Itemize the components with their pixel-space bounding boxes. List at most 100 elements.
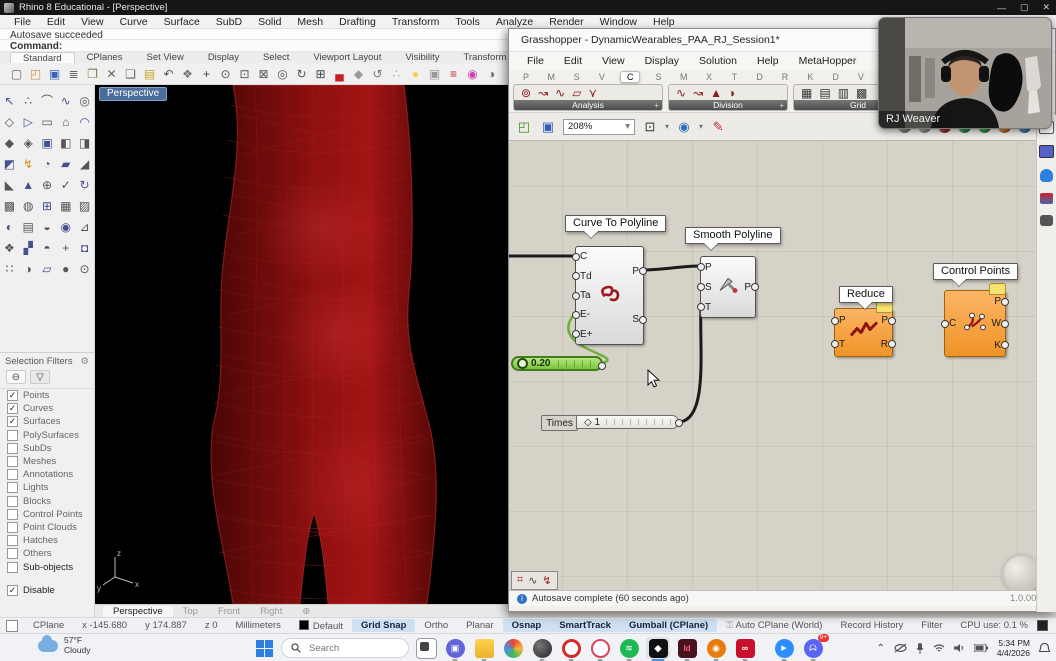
properties-icon[interactable]: ❐ (84, 65, 101, 82)
checkbox[interactable] (7, 430, 18, 441)
eye-off-icon[interactable] (894, 643, 907, 653)
filter-curves[interactable]: ✓Curves (0, 402, 94, 415)
tolerance-slider[interactable]: 0.20 (511, 356, 603, 371)
menu-edit[interactable]: Edit (39, 16, 73, 28)
status-smarttrack[interactable]: SmartTrack (550, 619, 620, 632)
search-input[interactable] (307, 642, 396, 655)
filter-blocks[interactable]: Blocks (0, 495, 94, 508)
input-port-e-[interactable]: E- (580, 309, 590, 320)
open-file-icon[interactable]: ◰ (515, 118, 533, 136)
color-wheel-icon[interactable]: ◉ (464, 65, 481, 82)
input-port-t[interactable]: T (839, 339, 845, 350)
input-stub[interactable] (697, 263, 705, 271)
component-control-points[interactable]: CPWK (944, 290, 1006, 357)
rotate-icon[interactable]: ↺ (369, 65, 386, 82)
checkbox[interactable]: ✓ (7, 585, 18, 596)
toolbar-tab-standard[interactable]: Standard (10, 52, 75, 64)
tool-icon[interactable]: ↖ (2, 93, 17, 108)
output-port-p[interactable]: P (744, 282, 751, 293)
rotate-view-icon[interactable]: ↻ (293, 65, 310, 82)
lock-icon[interactable]: ▣ (426, 65, 443, 82)
tool-icon[interactable]: ⊙ (77, 261, 92, 276)
maximize-button[interactable]: ▢ (1020, 2, 1029, 13)
zoom-level-select[interactable]: 208%▾ (563, 119, 635, 135)
input-port-s[interactable]: S (705, 282, 712, 293)
save-icon[interactable]: ▣ (46, 65, 63, 82)
status-y-174-887[interactable]: y 174.887 (136, 620, 196, 631)
snap-points-icon[interactable]: ∴ (388, 65, 405, 82)
profiler-icon[interactable]: ⌗ (517, 574, 523, 587)
tool-icon[interactable]: ◇ (2, 114, 17, 129)
menu-tools[interactable]: Tools (447, 16, 488, 28)
pin-icon[interactable] (1040, 193, 1053, 204)
light-icon[interactable]: ● (407, 65, 424, 82)
panel-toggle-icon[interactable] (6, 620, 18, 632)
minimize-button[interactable]: — (997, 3, 1006, 13)
menu-file[interactable]: File (6, 16, 39, 28)
gh-tab-10[interactable]: R (778, 72, 792, 82)
viewport-title-label[interactable]: Perspective (99, 87, 167, 101)
input-port-t[interactable]: T (705, 302, 711, 313)
checkbox[interactable]: ✓ (7, 403, 18, 414)
search-box[interactable] (281, 638, 409, 658)
viewport-tab-top[interactable]: Top (173, 606, 208, 617)
group-expand-icon[interactable]: + (779, 101, 784, 110)
taskbar-app-acrobat[interactable]: ∞ (733, 637, 757, 659)
component-reduce[interactable]: PTPR (834, 308, 893, 357)
gh-tab-9[interactable]: D (753, 72, 767, 82)
checkbox[interactable] (7, 496, 18, 507)
tool-icon[interactable]: ◐ (2, 219, 17, 234)
tool-icon[interactable]: ◠ (77, 114, 92, 129)
tool-icon[interactable]: ∿ (58, 93, 73, 108)
filter-others[interactable]: Others (0, 547, 94, 560)
component-icon[interactable]: ▥ (838, 86, 849, 100)
filter-surfaces[interactable]: ✓Surfaces (0, 415, 94, 428)
toolbar-tab-cplanes[interactable]: CPlanes (75, 52, 135, 63)
input-port-p[interactable]: P (705, 262, 712, 273)
checkbox[interactable] (7, 535, 18, 546)
gh-tab-6[interactable]: M (677, 72, 691, 82)
weather-widget[interactable]: 57°FCloudy (38, 636, 90, 656)
output-port-p[interactable]: P (881, 315, 888, 326)
tool-icon[interactable]: ❖ (2, 240, 17, 255)
times-slider[interactable]: ◇ 1 (576, 415, 679, 429)
times-slider-label[interactable]: Times (541, 415, 578, 431)
output-stub[interactable] (751, 283, 759, 291)
statusbar-panel-icon[interactable] (1037, 620, 1048, 631)
gh-menu-metahopper[interactable]: MetaHopper (789, 55, 867, 67)
checkbox[interactable]: ✓ (7, 390, 18, 401)
status-planar[interactable]: Planar (457, 620, 502, 631)
checkbox[interactable] (7, 548, 18, 559)
component-curve-to-polyline[interactable]: CTdTaE-E+PS (575, 246, 644, 345)
app-tile-icon[interactable] (1039, 145, 1054, 158)
gh-tab-11[interactable]: K (803, 72, 817, 82)
gh-menu-help[interactable]: Help (747, 55, 789, 67)
gh-menu-edit[interactable]: Edit (554, 55, 592, 67)
webcam-overlay[interactable]: RJ Weaver (878, 17, 1052, 129)
pan-icon[interactable]: ❖ (179, 65, 196, 82)
output-port-p[interactable]: P (994, 296, 1001, 307)
filter-lights[interactable]: Lights (0, 481, 94, 494)
output-stub[interactable] (888, 317, 896, 325)
gh-tab-13[interactable]: V (854, 72, 868, 82)
canvas-compass[interactable] (1001, 553, 1041, 590)
viewport-tab-right[interactable]: Right (250, 606, 292, 617)
component-icon[interactable]: ▦ (801, 86, 812, 100)
input-port-td[interactable]: Td (580, 271, 592, 282)
slider-handle[interactable] (517, 358, 528, 369)
named-position-car-icon[interactable]: ▄ (331, 65, 348, 82)
tool-icon[interactable]: ▦ (58, 198, 73, 213)
taskbar-app-zoom-app[interactable]: ▶ (772, 637, 796, 659)
viewport-tab-perspective[interactable]: Perspective (103, 606, 173, 617)
wifi-icon[interactable] (933, 644, 945, 653)
tool-icon[interactable]: ● (58, 261, 73, 276)
tool-icon[interactable]: ◩ (2, 156, 17, 171)
filter-hatches[interactable]: Hatches (0, 534, 94, 547)
menu-render[interactable]: Render (541, 16, 591, 28)
perspective-viewport[interactable]: zxy Perspective (95, 85, 508, 604)
component-icon[interactable]: ⊚ (521, 86, 531, 100)
menu-curve[interactable]: Curve (112, 16, 156, 28)
checkbox[interactable]: ✓ (7, 416, 18, 427)
zoom-extents-icon[interactable]: ◎ (274, 65, 291, 82)
zoom-icon[interactable]: ⊙ (217, 65, 234, 82)
